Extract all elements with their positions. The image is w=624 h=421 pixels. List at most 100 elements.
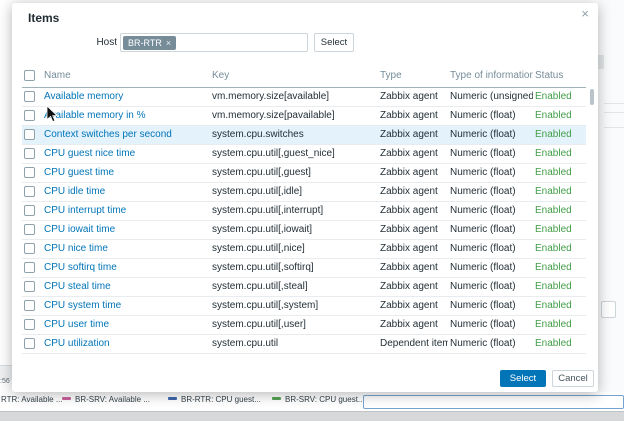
item-name-link[interactable]: CPU idle time bbox=[44, 186, 105, 197]
select-button[interactable]: Select bbox=[500, 370, 546, 387]
close-icon[interactable]: × bbox=[581, 7, 589, 20]
item-key: system.cpu.util[,interrupt] bbox=[210, 201, 378, 220]
item-key: system.cpu.switches bbox=[210, 125, 378, 144]
row-checkbox[interactable] bbox=[24, 205, 35, 216]
row-checkbox[interactable] bbox=[24, 129, 35, 140]
item-name-link[interactable]: Context switches per second bbox=[44, 129, 172, 140]
legend-item[interactable]: BR-SRV: Available ... bbox=[62, 395, 150, 404]
column-header-info: Type of information bbox=[448, 65, 533, 87]
item-info-type: Numeric (float) bbox=[448, 163, 533, 182]
legend-label: BR-RTR: CPU guest... bbox=[181, 395, 261, 404]
item-name-link[interactable]: CPU utilization bbox=[44, 338, 110, 349]
table-row: Context switches per second system.cpu.s… bbox=[22, 125, 586, 144]
host-multiselect-input[interactable]: BR-RTR × bbox=[120, 33, 308, 52]
background-divider bbox=[604, 112, 624, 113]
legend-label: BR-SRV: CPU guest... bbox=[285, 395, 365, 404]
row-checkbox[interactable] bbox=[24, 186, 35, 197]
row-checkbox[interactable] bbox=[24, 243, 35, 254]
item-status: Enabled bbox=[533, 163, 586, 182]
background-fragment bbox=[598, 55, 604, 69]
item-name-link[interactable]: Available memory bbox=[44, 91, 123, 102]
table-scrollbar[interactable] bbox=[590, 89, 594, 105]
row-checkbox[interactable] bbox=[24, 110, 35, 121]
background-divider bbox=[604, 127, 624, 128]
legend-item[interactable]: BR-SRV: CPU guest... bbox=[272, 395, 365, 404]
cancel-button[interactable]: Cancel bbox=[552, 370, 594, 387]
item-key: system.cpu.util[,system] bbox=[210, 296, 378, 315]
item-status: Enabled bbox=[533, 144, 586, 163]
item-type: Zabbix agent bbox=[378, 144, 448, 163]
item-name-link[interactable]: CPU iowait time bbox=[44, 224, 115, 235]
items-table: Name Key Type Type of information Status… bbox=[22, 65, 586, 354]
table-row: CPU softirq time system.cpu.util[,softir… bbox=[22, 258, 586, 277]
legend-marker bbox=[62, 397, 71, 400]
item-type: Zabbix agent bbox=[378, 296, 448, 315]
item-type: Zabbix agent bbox=[378, 315, 448, 334]
item-type: Zabbix agent bbox=[378, 201, 448, 220]
item-info-type: Numeric (float) bbox=[448, 201, 533, 220]
item-name-link[interactable]: CPU softirq time bbox=[44, 262, 117, 273]
row-checkbox[interactable] bbox=[24, 224, 35, 235]
item-type: Zabbix agent bbox=[378, 106, 448, 125]
item-status: Enabled bbox=[533, 201, 586, 220]
item-key: vm.memory.size[pavailable] bbox=[210, 106, 378, 125]
item-name-link[interactable]: CPU user time bbox=[44, 319, 109, 330]
item-status: Enabled bbox=[533, 334, 586, 353]
background-focused-input[interactable] bbox=[363, 395, 624, 409]
row-checkbox[interactable] bbox=[24, 167, 35, 178]
table-row: CPU utilization system.cpu.util Dependen… bbox=[22, 334, 586, 353]
item-status: Enabled bbox=[533, 315, 586, 334]
row-checkbox[interactable] bbox=[24, 281, 35, 292]
host-chip: BR-RTR × bbox=[123, 36, 176, 50]
item-key: system.cpu.util[,steal] bbox=[210, 277, 378, 296]
legend-label: BR-SRV: Available ... bbox=[75, 395, 150, 404]
background-bottom-bar bbox=[0, 411, 624, 421]
item-type: Zabbix agent bbox=[378, 182, 448, 201]
item-type: Zabbix agent bbox=[378, 277, 448, 296]
chart-time-label: :56 bbox=[0, 378, 10, 385]
item-type: Zabbix agent bbox=[378, 258, 448, 277]
item-status: Enabled bbox=[533, 182, 586, 201]
column-header-status: Status bbox=[533, 65, 586, 87]
item-name-link[interactable]: CPU steal time bbox=[44, 281, 111, 292]
table-row: CPU nice time system.cpu.util[,nice] Zab… bbox=[22, 239, 586, 258]
item-info-type: Numeric (float) bbox=[448, 258, 533, 277]
item-name-link[interactable]: CPU guest nice time bbox=[44, 148, 135, 159]
chip-remove-icon[interactable]: × bbox=[166, 38, 171, 48]
item-info-type: Numeric (float) bbox=[448, 239, 533, 258]
item-name-link[interactable]: CPU interrupt time bbox=[44, 205, 126, 216]
row-checkbox[interactable] bbox=[24, 91, 35, 102]
item-name-link[interactable]: CPU nice time bbox=[44, 243, 108, 254]
column-header-name[interactable]: Name bbox=[42, 65, 210, 87]
row-checkbox[interactable] bbox=[24, 319, 35, 330]
item-key: vm.memory.size[available] bbox=[210, 87, 378, 106]
table-row: CPU iowait time system.cpu.util[,iowait]… bbox=[22, 220, 586, 239]
item-type: Zabbix agent bbox=[378, 125, 448, 144]
item-key: system.cpu.util[,iowait] bbox=[210, 220, 378, 239]
item-key: system.cpu.util[,guest_nice] bbox=[210, 144, 378, 163]
column-header-key: Key bbox=[210, 65, 378, 87]
row-checkbox[interactable] bbox=[24, 148, 35, 159]
table-row: Available memory in % vm.memory.size[pav… bbox=[22, 106, 586, 125]
row-checkbox[interactable] bbox=[24, 300, 35, 311]
row-checkbox[interactable] bbox=[24, 338, 35, 349]
item-type: Zabbix agent bbox=[378, 87, 448, 106]
item-info-type: Numeric (float) bbox=[448, 315, 533, 334]
item-name-link[interactable]: CPU guest time bbox=[44, 167, 114, 178]
item-type: Zabbix agent bbox=[378, 163, 448, 182]
table-row: CPU idle time system.cpu.util[,idle] Zab… bbox=[22, 182, 586, 201]
host-select-button[interactable]: Select bbox=[314, 33, 354, 52]
item-status: Enabled bbox=[533, 258, 586, 277]
row-checkbox[interactable] bbox=[24, 262, 35, 273]
select-all-checkbox[interactable] bbox=[24, 70, 35, 81]
table-row: Available memory vm.memory.size[availabl… bbox=[22, 87, 586, 106]
table-row: CPU guest nice time system.cpu.util[,gue… bbox=[22, 144, 586, 163]
item-info-type: Numeric (float) bbox=[448, 106, 533, 125]
legend-item[interactable]: BR-RTR: CPU guest... bbox=[168, 395, 261, 404]
table-header-row: Name Key Type Type of information Status bbox=[22, 65, 586, 87]
legend-item[interactable]: RTR: Available ... bbox=[1, 395, 63, 404]
item-name-link[interactable]: CPU system time bbox=[44, 300, 121, 311]
host-chip-label: BR-RTR bbox=[128, 38, 162, 48]
background-input-fragment bbox=[601, 301, 616, 318]
item-name-link[interactable]: Available memory in % bbox=[44, 110, 146, 121]
